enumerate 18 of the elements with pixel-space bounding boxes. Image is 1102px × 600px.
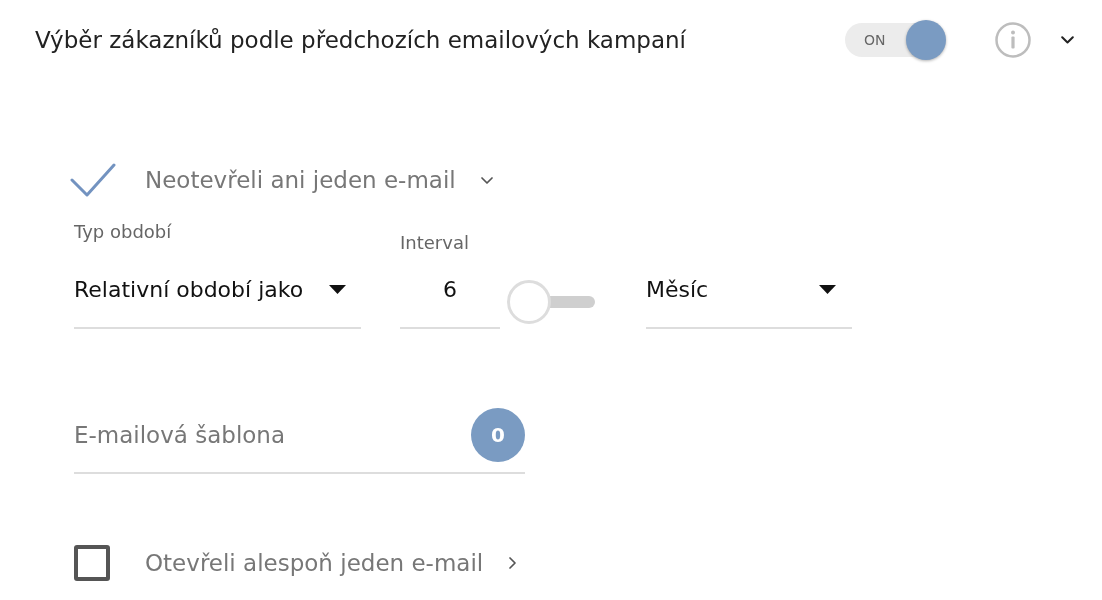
field-label: Interval xyxy=(400,233,469,253)
chevron-down-icon[interactable] xyxy=(1061,36,1074,44)
count-badge: 0 xyxy=(471,408,525,462)
template-input[interactable]: E-mailová šablona xyxy=(74,408,461,462)
chevron-down-icon[interactable] xyxy=(480,176,493,184)
period-type-dropdown[interactable]: Relativní období jako xyxy=(74,270,361,329)
section-label[interactable]: Neotevřeli ani jeden e-mail xyxy=(145,167,456,193)
caret-down-icon xyxy=(819,284,836,294)
checkbox[interactable] xyxy=(74,545,110,581)
section-title: Výběr zákazníků podle předchozích emailových kampaní xyxy=(35,27,687,53)
chevron-right-icon[interactable] xyxy=(509,557,517,569)
section-label[interactable]: Otevřeli alespoň jeden e-mail xyxy=(145,550,484,576)
caret-down-icon xyxy=(329,284,346,294)
toggle-switch[interactable] xyxy=(507,280,595,324)
checkmark-icon[interactable] xyxy=(70,163,116,197)
interval-input[interactable]: 6 xyxy=(400,270,500,329)
unit-dropdown[interactable]: Měsíc xyxy=(646,270,852,329)
field-label: Typ období xyxy=(74,222,172,242)
